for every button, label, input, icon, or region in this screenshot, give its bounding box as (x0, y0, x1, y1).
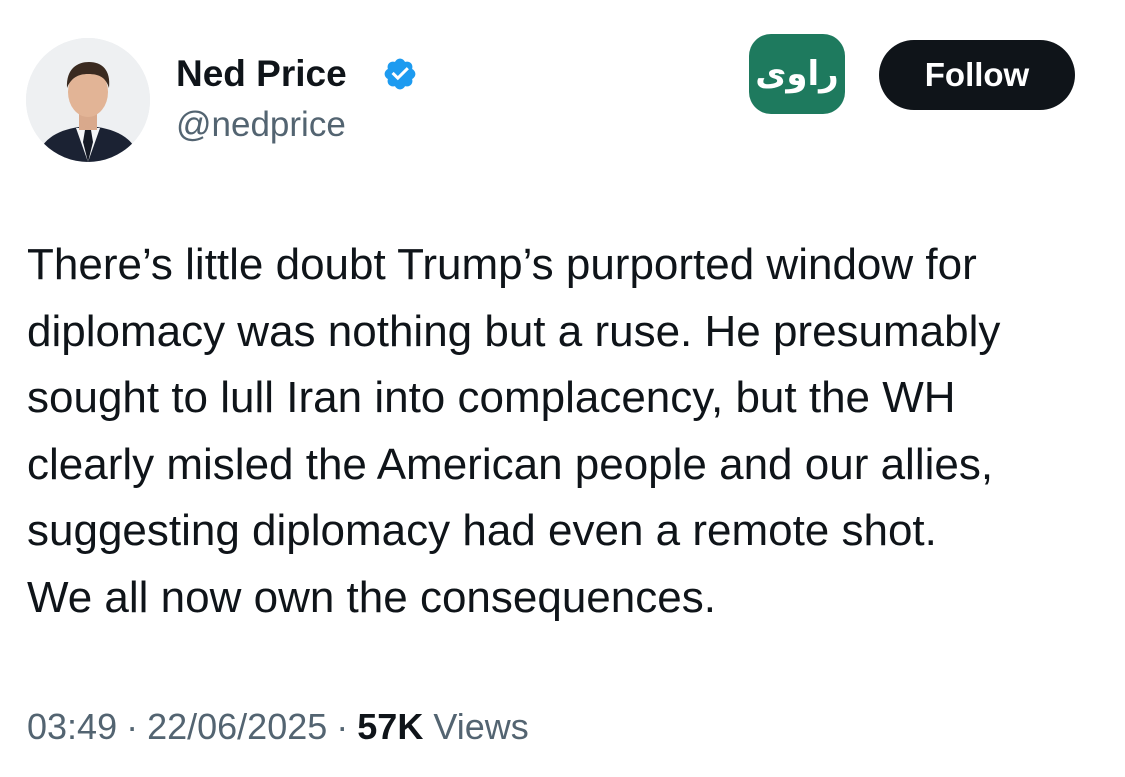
views-count: 57K (357, 706, 424, 747)
tweet-line: suggesting diplomacy had even a remote s… (27, 506, 937, 555)
views-label: Views (433, 706, 529, 747)
meta-separator: · (126, 706, 139, 747)
meta-separator: · (336, 706, 349, 747)
avatar-photo (26, 38, 150, 162)
tweet-date[interactable]: 22/06/2025 (147, 706, 327, 747)
tweet-card: Ned Price @nedprice راوی Follow There’s … (0, 0, 1125, 777)
follow-button[interactable]: Follow (879, 40, 1075, 110)
tweet-meta: 03:49 · 22/06/2025 · 57K Views (27, 703, 529, 751)
author-handle[interactable]: @nedprice (176, 104, 346, 146)
avatar[interactable] (26, 38, 150, 162)
verified-badge-icon (384, 58, 416, 90)
brand-logo: راوی (749, 34, 845, 114)
tweet-line: There’s little doubt Trump’s purported w… (27, 240, 977, 289)
tweet-line: clearly misled the American people and o… (27, 439, 994, 489)
tweet-line: sought to lull Iran into complacency, bu… (27, 373, 956, 422)
tweet-line: We all now own the consequences. (27, 572, 716, 622)
brand-logo-text: راوی (755, 54, 839, 94)
author-name[interactable]: Ned Price (176, 52, 347, 96)
tweet-time[interactable]: 03:49 (27, 706, 117, 747)
tweet-line: diplomacy was nothing but a ruse. He pre… (27, 306, 1001, 356)
tweet-text: There’s little doubt Trump’s purported w… (27, 232, 1112, 631)
